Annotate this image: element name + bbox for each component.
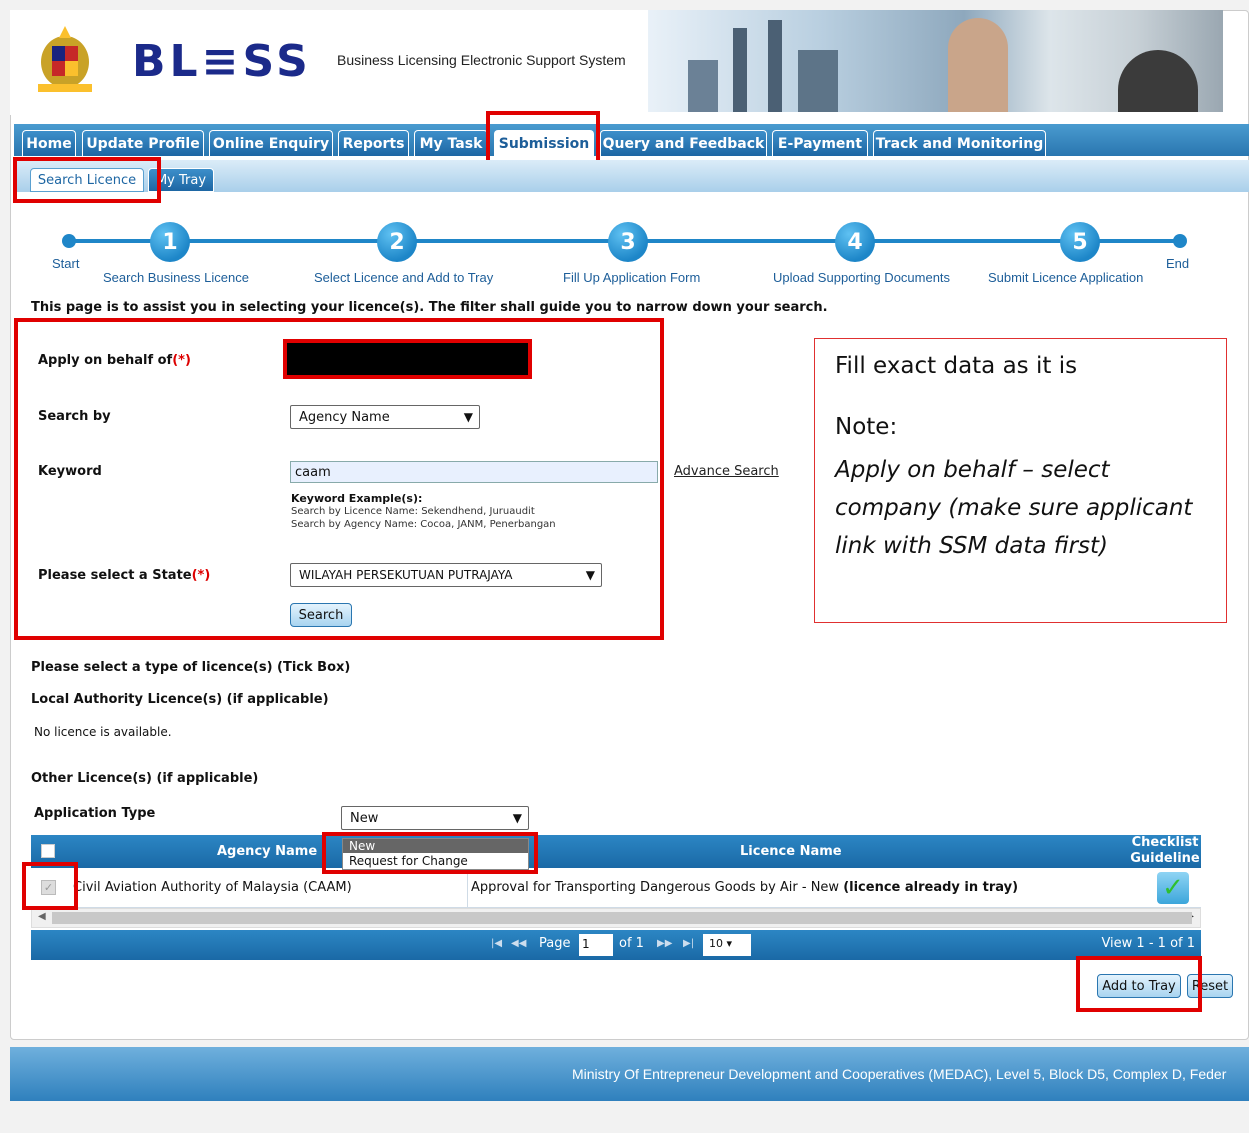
step-2-circle: 2 — [377, 222, 417, 262]
col-checklist-guideline: Checklist Guideline — [1130, 835, 1200, 866]
bless-logo-text: BL≡SS — [132, 36, 312, 87]
step-end-dot — [1173, 234, 1187, 248]
coat-of-arms-logo — [38, 26, 92, 92]
step-4-label: Upload Supporting Documents — [773, 270, 951, 285]
highlight-app-type — [322, 832, 538, 874]
keyword-example-title: Keyword Example(s): — [291, 492, 423, 505]
highlight-add-to-tray — [1076, 956, 1202, 1012]
step-end-label: End — [1166, 256, 1190, 271]
step-start-label: Start — [52, 256, 80, 271]
chevron-down-icon: ▼ — [585, 568, 595, 582]
keyword-example-2: Search by Agency Name: Cocoa, JANM, Pene… — [291, 519, 556, 530]
chevron-down-icon: ▼ — [512, 811, 522, 825]
scroll-thumb[interactable] — [52, 912, 1192, 924]
search-by-label: Search by — [38, 409, 111, 424]
state-label: Please select a State(*) — [38, 568, 211, 583]
tab-query-feedback[interactable]: Query and Feedback — [600, 130, 767, 156]
instruction-note: Fill exact data as it is Note: Apply on … — [814, 338, 1227, 623]
step-1-label: Search Business Licence — [103, 270, 249, 285]
highlight-search-licence — [13, 157, 161, 203]
table-row: ✓ Civil Aviation Authority of Malaysia (… — [31, 868, 1201, 908]
checklist-check-icon[interactable]: ✓ — [1157, 872, 1189, 904]
grid-horizontal-scrollbar[interactable]: ◀ ▶ — [31, 908, 1201, 928]
first-page-icon[interactable]: |◀ — [491, 938, 502, 949]
grid-pager: |◀ ◀◀ Page 1 of 1 ▶▶ ▶| 10 ▾ View 1 - 1 … — [31, 930, 1201, 960]
last-page-icon[interactable]: ▶| — [683, 938, 694, 949]
select-type-heading: Please select a type of licence(s) (Tick… — [31, 660, 351, 675]
page-count: of 1 — [619, 936, 644, 951]
other-licence-heading: Other Licence(s) (if applicable) — [31, 771, 259, 786]
keyword-example-1: Search by Licence Name: Sekendhend, Juru… — [291, 506, 535, 517]
prev-page-icon[interactable]: ◀◀ — [511, 938, 526, 949]
step-2-label: Select Licence and Add to Tray — [314, 270, 494, 285]
tab-update-profile[interactable]: Update Profile — [82, 130, 204, 156]
row-agency-name: Civil Aviation Authority of Malaysia (CA… — [73, 880, 352, 895]
next-page-icon[interactable]: ▶▶ — [657, 938, 672, 949]
local-authority-heading: Local Authority Licence(s) (if applicabl… — [31, 692, 329, 707]
step-start-dot — [62, 234, 76, 248]
apply-on-behalf-field-redacted[interactable] — [283, 339, 532, 379]
tab-e-payment[interactable]: E-Payment — [772, 130, 868, 156]
header: BL≡SS Business Licensing Electronic Supp… — [10, 10, 1223, 115]
tab-reports[interactable]: Reports — [338, 130, 409, 156]
apply-on-behalf-label: Apply on behalf of(*) — [38, 353, 191, 368]
note-line-1: Fill exact data as it is — [835, 353, 1078, 379]
footer-text: Ministry Of Entrepreneur Development and… — [572, 1066, 1227, 1082]
highlight-row-checkbox — [22, 862, 78, 910]
state-select[interactable]: WILAYAH PERSEKUTUAN PUTRAJAYA ▼ — [290, 563, 602, 587]
col-agency-name: Agency Name — [217, 844, 318, 859]
chevron-down-icon: ▼ — [463, 410, 473, 424]
advance-search-link[interactable]: Advance Search — [674, 464, 779, 479]
no-licence-text: No licence is available. — [34, 725, 172, 739]
application-type-label: Application Type — [34, 806, 156, 821]
page-label: Page — [539, 936, 571, 951]
tab-my-task[interactable]: My Task — [414, 130, 488, 156]
note-line-2: Note: — [835, 414, 898, 440]
footer: Ministry Of Entrepreneur Development and… — [10, 1047, 1249, 1101]
note-line-3: Apply on behalf – select company (make s… — [835, 457, 1193, 559]
scroll-left-icon[interactable]: ◀ — [38, 911, 46, 922]
system-subtitle: Business Licensing Electronic Support Sy… — [337, 52, 626, 68]
page-size-select[interactable]: 10 ▾ — [703, 934, 751, 956]
grid-divider — [467, 868, 468, 908]
select-all-checkbox[interactable] — [41, 844, 55, 858]
page-number-input[interactable]: 1 — [579, 934, 613, 956]
tab-home[interactable]: Home — [22, 130, 76, 156]
step-5-circle: 5 — [1060, 222, 1100, 262]
col-licence-name: Licence Name — [740, 844, 842, 859]
step-1-circle: 1 — [150, 222, 190, 262]
page-intro: This page is to assist you in selecting … — [31, 300, 828, 315]
tab-online-enquiry[interactable]: Online Enquiry — [209, 130, 333, 156]
step-5-label: Submit Licence Application — [988, 270, 1144, 285]
header-banner-image — [648, 10, 1223, 112]
view-range: View 1 - 1 of 1 — [1101, 936, 1195, 951]
step-4-circle: 4 — [835, 222, 875, 262]
licence-grid-header: Agency Name Licence Name Checklist Guide… — [31, 835, 1201, 868]
step-3-label: Fill Up Application Form — [563, 270, 701, 285]
search-by-select[interactable]: Agency Name ▼ — [290, 405, 480, 429]
search-button[interactable]: Search — [290, 603, 352, 627]
keyword-input[interactable]: caam — [290, 461, 658, 483]
row-licence-name: Approval for Transporting Dangerous Good… — [471, 880, 1019, 895]
tab-track-monitoring[interactable]: Track and Monitoring — [873, 130, 1046, 156]
application-type-select[interactable]: New ▼ — [341, 806, 529, 830]
keyword-label: Keyword — [38, 464, 102, 479]
highlight-submission — [486, 111, 600, 165]
step-3-circle: 3 — [608, 222, 648, 262]
